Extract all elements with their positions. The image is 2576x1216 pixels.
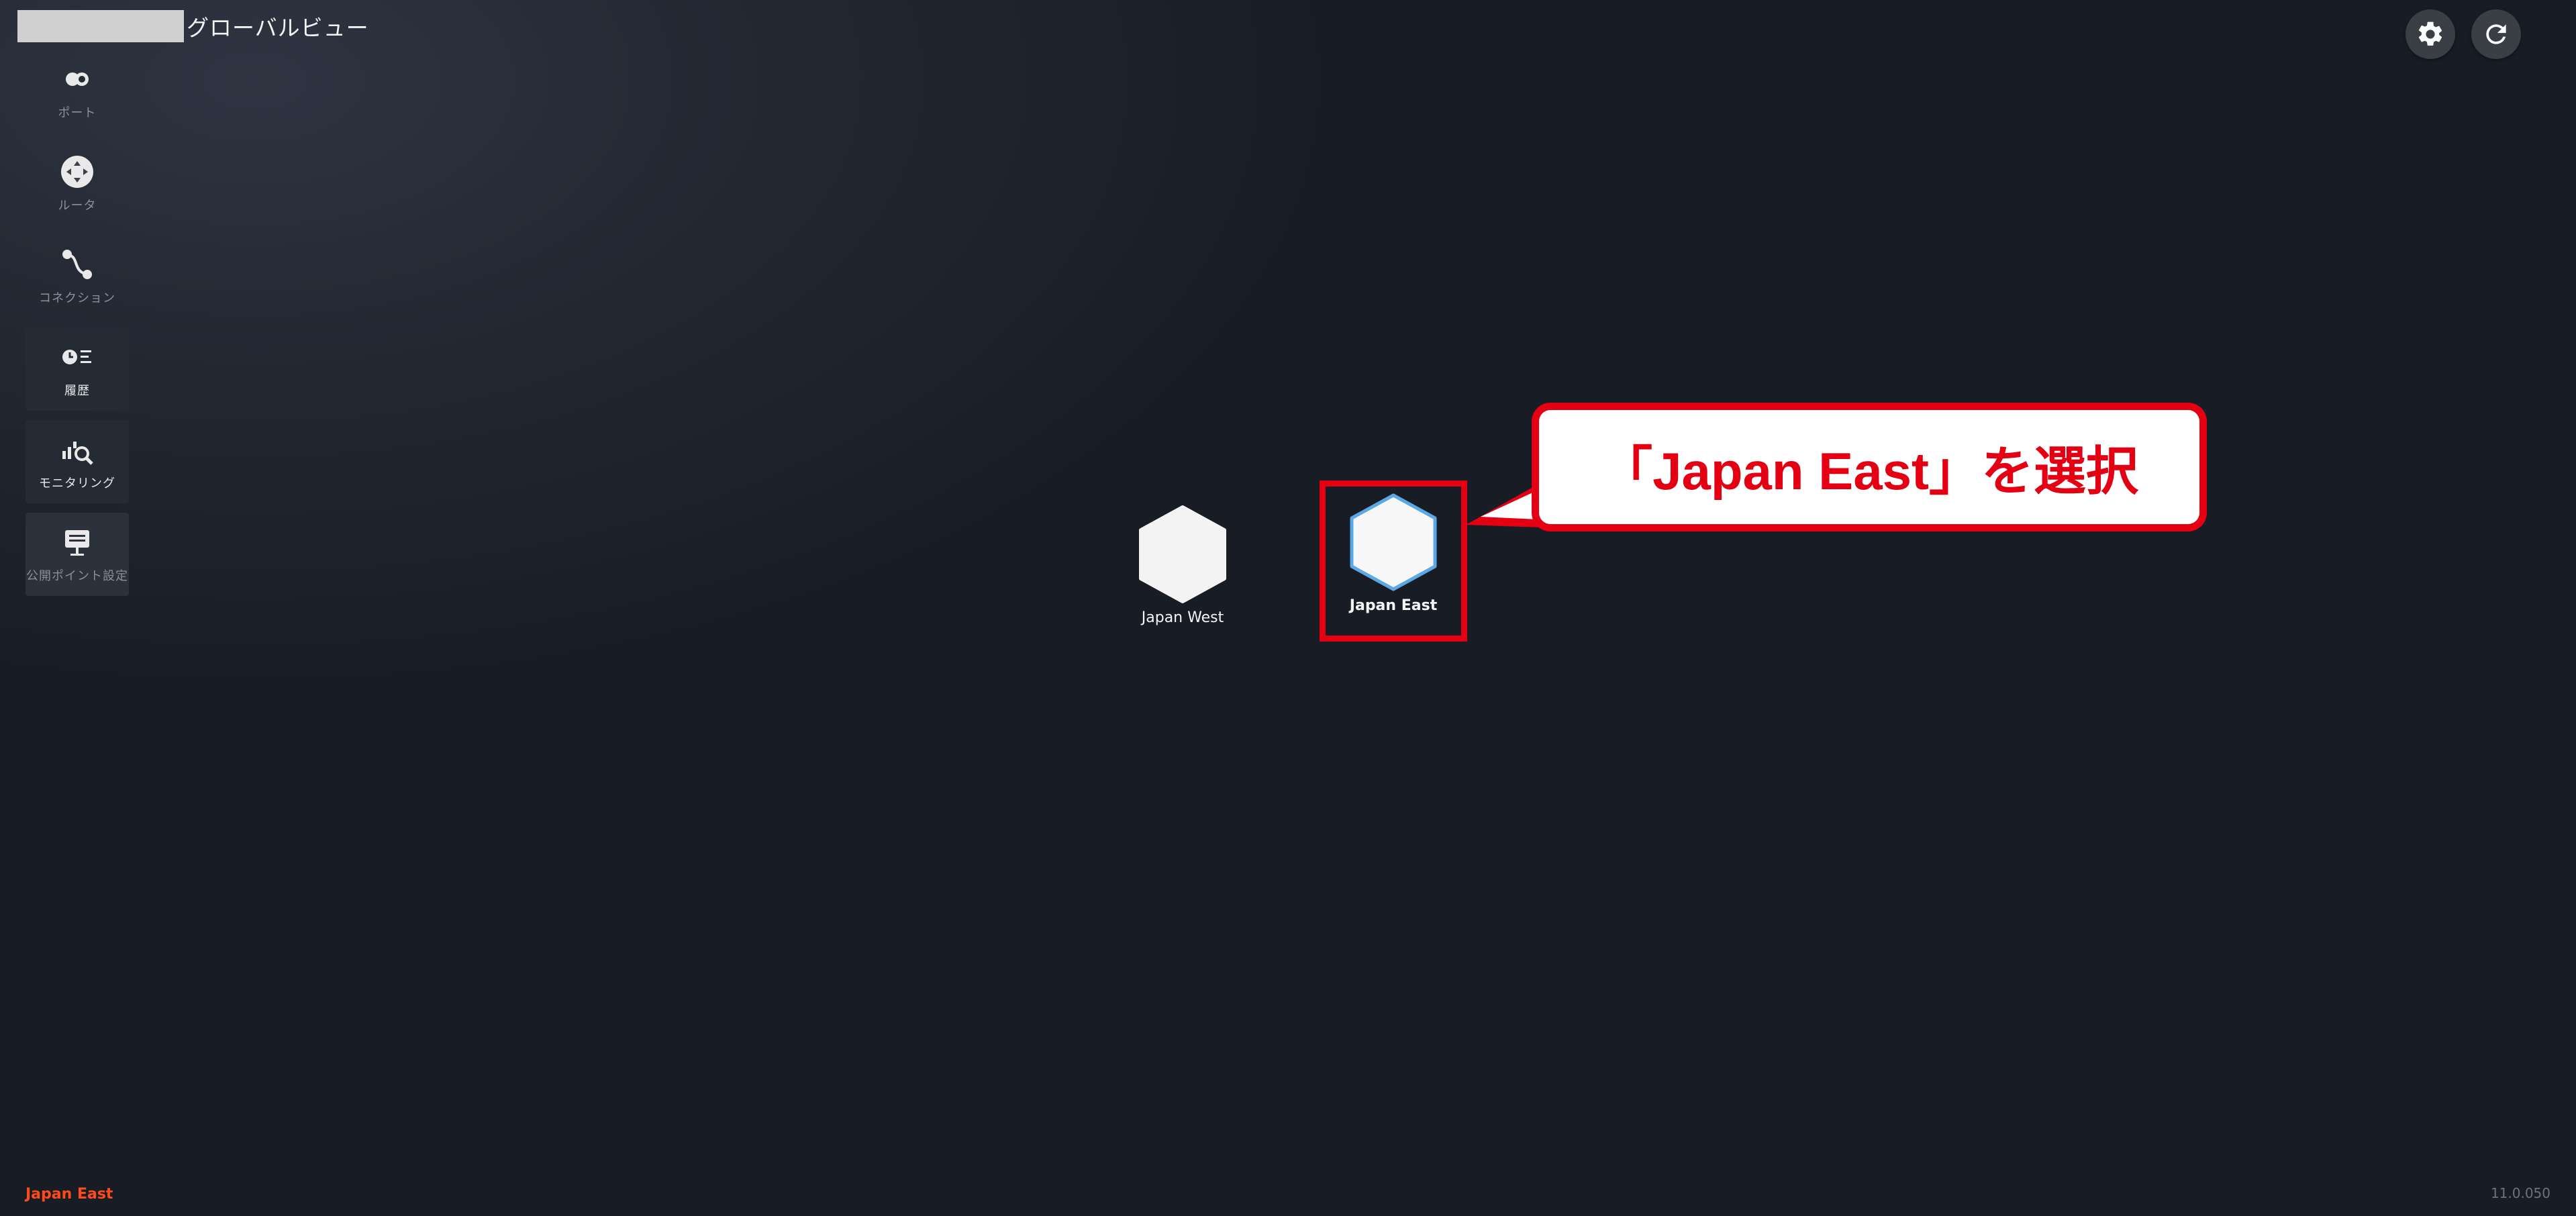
sidebar-item-public-point[interactable]: 公開ポイント設定	[26, 513, 129, 596]
sidebar-item-port[interactable]: ポート	[26, 50, 129, 133]
sidebar-item-label: 公開ポイント設定	[26, 569, 128, 583]
history-icon	[58, 340, 97, 374]
gear-icon	[2418, 21, 2442, 46]
sidebar-item-label: モニタリング	[39, 476, 115, 491]
sidebar-item-label: 履歴	[64, 384, 90, 398]
region-node-japan-west[interactable]: Japan West	[1137, 505, 1228, 626]
top-actions	[2406, 9, 2521, 59]
app-title: グローバルビュー	[187, 15, 369, 41]
sidebar-item-label: コネクション	[39, 291, 115, 305]
port-icon	[58, 62, 97, 97]
highlight-box	[1320, 480, 1467, 642]
refresh-icon	[2486, 24, 2506, 44]
sidebar-item-label: ポート	[58, 106, 97, 120]
sidebar-item-connection[interactable]: コネクション	[26, 235, 129, 318]
annotation-callout: 「Japan East」を選択	[1532, 403, 2207, 531]
header: グローバルビュー	[17, 9, 369, 43]
logo	[17, 10, 184, 42]
settings-button[interactable]	[2406, 9, 2455, 59]
sidebar: ポート ルータ コネクション 履歴 モニタリング 公開ポイント設定	[26, 50, 129, 605]
sidebar-item-router[interactable]: ルータ	[26, 142, 129, 225]
public-point-icon	[58, 525, 97, 560]
refresh-button[interactable]	[2471, 9, 2521, 59]
version-label: 11.0.050	[2490, 1185, 2550, 1201]
annotation-text: 「Japan East」を選択	[1600, 442, 2138, 501]
current-region: Japan East	[26, 1186, 113, 1203]
router-icon	[58, 154, 97, 189]
sidebar-item-history[interactable]: 履歴	[26, 327, 129, 411]
hexagon-icon	[1139, 505, 1226, 603]
connection-icon	[58, 247, 97, 282]
sidebar-item-label: ルータ	[58, 199, 97, 213]
monitoring-icon	[58, 432, 97, 467]
region-label: Japan West	[1141, 609, 1224, 626]
sidebar-item-monitoring[interactable]: モニタリング	[26, 420, 129, 503]
